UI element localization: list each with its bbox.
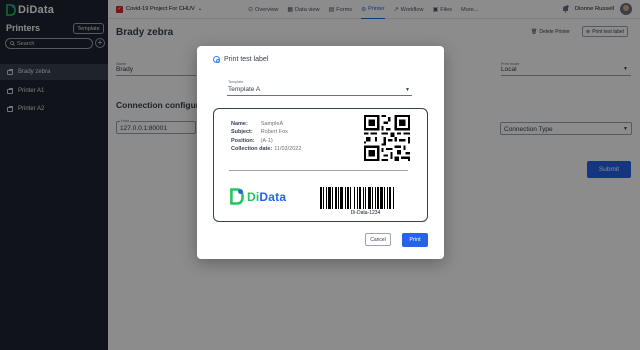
label-divider xyxy=(229,170,408,171)
dialog-title: Print test label xyxy=(213,56,268,63)
caret-down-icon: ▼ xyxy=(405,87,410,93)
label-value: (A-1) xyxy=(260,137,273,144)
dialog-title-text: Print test label xyxy=(224,56,269,63)
cancel-button[interactable]: Cancel xyxy=(365,233,391,246)
label-key: Position: xyxy=(231,137,255,144)
label-brand-text: DiData xyxy=(247,189,287,204)
label-key: Name: xyxy=(231,121,248,127)
template-select-value: Template A xyxy=(228,86,261,93)
label-value: Robert Fox xyxy=(260,129,288,136)
label-row-name: Name: SampleA xyxy=(231,120,301,128)
label-row-position: Position: (A-1) xyxy=(231,137,301,145)
label-key: Subject: xyxy=(231,129,253,136)
didata-logo-icon xyxy=(230,188,244,205)
template-select[interactable]: Template Template A ▼ xyxy=(227,80,412,96)
label-info: Name: SampleA Subject: Robert Fox Position… xyxy=(231,120,301,154)
barcode-icon xyxy=(320,187,394,209)
print-button[interactable]: Print xyxy=(402,233,428,247)
label-value: SampleA xyxy=(260,121,284,127)
template-select-label: Template xyxy=(228,80,244,84)
label-preview: Name: SampleA Subject: Robert Fox Position… xyxy=(213,108,428,222)
barcode-text: Di-Data-1234 xyxy=(350,210,381,216)
label-brand-logo: DiData xyxy=(230,188,286,205)
printer-icon xyxy=(213,56,220,63)
label-row-collection-date: Collection date: 11/03/2022 xyxy=(231,145,301,153)
print-test-label-dialog: Print test label Template Template A ▼ N… xyxy=(197,46,444,259)
label-key: Collection date: xyxy=(231,146,273,153)
label-row-subject: Subject: Robert Fox xyxy=(231,128,301,136)
qr-code-icon xyxy=(364,115,410,161)
label-value: 11/03/2022 xyxy=(274,146,302,153)
